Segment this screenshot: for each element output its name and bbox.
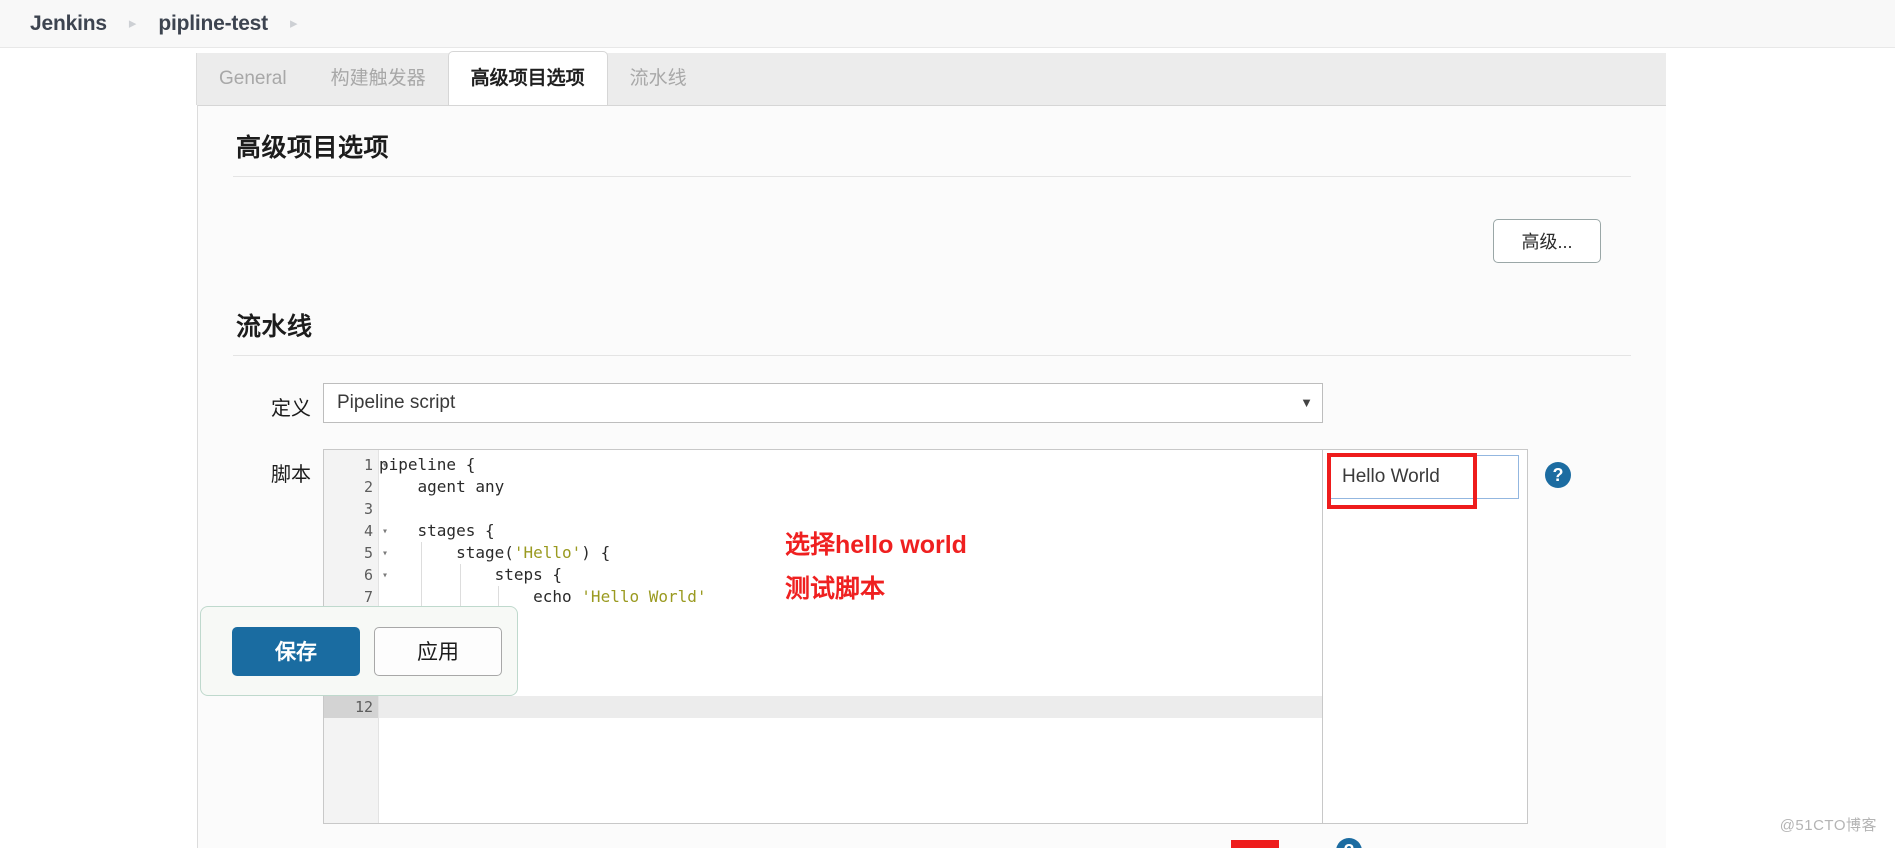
indent-guide [421,586,423,608]
tab-pipeline[interactable]: 流水线 [608,53,709,105]
script-label: 脚本 [271,464,311,486]
code-line: stage('Hello') { [379,542,611,564]
breadcrumb: Jenkins ▸ pipline-test ▸ [0,0,1895,48]
gutter-line: 5 ▾ [324,542,388,564]
code-line: pipeline { [379,455,476,474]
gutter-line: 2 [363,478,373,496]
gutter-line: 7 [363,588,373,606]
advanced-button-row: 高级... [233,177,1631,263]
code-line: } [379,652,1322,674]
code-line: } [379,608,1322,630]
sample-step-area: Hello World ▼ ? [1323,449,1571,824]
indent-guide [421,542,423,564]
code-line: } [379,674,1322,696]
definition-label: 定义 [271,398,311,420]
code-line [379,696,1322,718]
tab-advanced-project-options[interactable]: 高级项目选项 [447,51,608,106]
definition-select[interactable]: Pipeline script [323,383,1323,423]
tab-general[interactable]: General [197,53,309,105]
definition-field-row: 定义 Pipeline script ▼ [233,356,1631,423]
indent-guide [459,586,461,608]
content-panel: General 构建触发器 高级项目选项 流水线 高级项目选项 高级... 流水… [196,48,1666,848]
bottom-help-icon[interactable]: ? [1336,838,1362,848]
floating-save-bar: 保存 应用 [200,606,518,696]
tab-bar: General 构建触发器 高级项目选项 流水线 [196,51,1666,106]
code-line: steps { [379,564,563,586]
code-line: } [379,630,1322,652]
apply-button[interactable]: 应用 [374,626,502,676]
bottom-partial-row: ? [196,838,1666,848]
code-line: agent any [379,477,505,496]
definition-select-wrap[interactable]: Pipeline script ▼ [323,383,1323,423]
tab-build-triggers[interactable]: 构建触发器 [309,53,448,105]
save-button[interactable]: 保存 [232,626,360,676]
code-line: stages { [379,521,495,540]
indent-guide [459,564,461,586]
code-line: echo 'Hello World' [379,586,707,608]
gutter-line: 12 [324,696,378,718]
gutter-line: 1 ▾ [324,454,388,476]
help-icon[interactable]: ? [1545,462,1571,488]
watermark: @51CTO博客 [1779,817,1877,834]
page-body: 高级项目选项 高级... 流水线 定义 Pipeline script ▼ 脚本… [197,105,1666,848]
advanced-button[interactable]: 高级... [1493,219,1601,263]
sample-select-wrap[interactable]: Hello World ▼ [1327,453,1556,509]
indent-guide [421,564,423,586]
gutter-line: 3 [363,500,373,518]
gutter-line: 6 ▾ [324,564,388,586]
code-string-literal: 'Hello World' [581,587,707,606]
bottom-annotation-red-box [1231,840,1279,848]
breadcrumb-item-jenkins[interactable]: Jenkins [30,12,107,36]
sample-select[interactable]: Hello World [1329,455,1519,499]
gutter-line: 4 ▾ [324,520,388,542]
section-title-advanced-options: 高级项目选项 [233,106,1631,177]
breadcrumb-item-project[interactable]: pipline-test [158,12,268,36]
editor-code-area[interactable]: pipeline { agent any stages { stage('Hel… [379,450,1322,823]
breadcrumb-separator-icon: ▸ [128,15,137,32]
breadcrumb-dropdown-icon[interactable]: ▸ [290,16,298,31]
section-title-pipeline: 流水线 [233,263,1631,356]
indent-guide [498,586,500,608]
code-string-literal: 'Hello' [513,543,582,562]
